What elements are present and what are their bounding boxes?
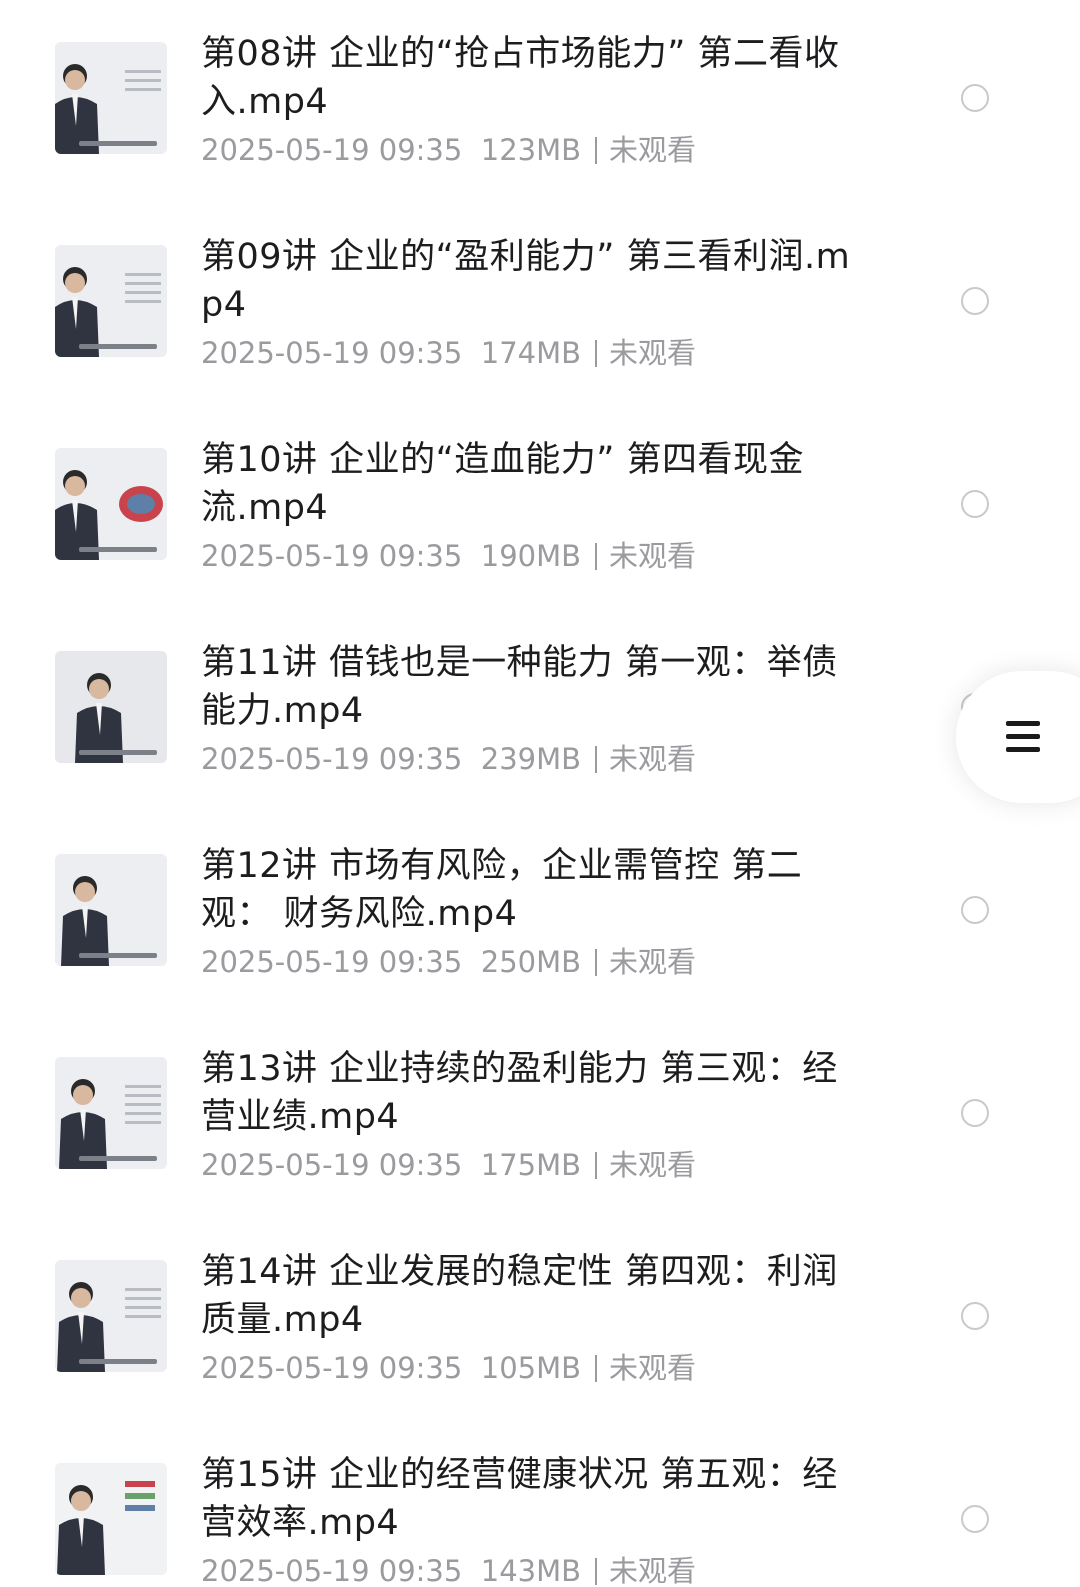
presenter-icon [55, 1463, 167, 1575]
meta-separator [595, 1558, 598, 1585]
select-radio[interactable] [961, 1302, 989, 1330]
file-title: 第12讲 市场有风险，企业需管控 第二观： 财务风险.mp4 [201, 846, 803, 934]
meta-separator [595, 543, 598, 570]
file-meta: 2025-05-19 09:35 175MB 未观看 [201, 1143, 851, 1187]
file-date: 2025-05-19 09:35 [201, 1148, 463, 1182]
file-meta: 2025-05-19 09:35 143MB 未观看 [201, 1549, 851, 1587]
meta-separator [595, 1152, 598, 1179]
file-row[interactable]: 第13讲 企业持续的盈利能力 第三观：经营业绩.mp4 2025-05-19 0… [0, 1015, 1080, 1218]
slide-lines [125, 1288, 161, 1324]
file-meta: 2025-05-19 09:35 190MB 未观看 [201, 534, 851, 578]
watch-status: 未观看 [609, 1554, 697, 1587]
watch-status: 未观看 [609, 742, 697, 776]
file-row[interactable]: 第10讲 企业的“造血能力” 第四看现金流.mp4 2025-05-19 09:… [0, 406, 1080, 609]
floating-menu-button[interactable] [956, 671, 1080, 803]
file-size: 143MB [480, 1554, 582, 1587]
caption-strip [79, 547, 157, 552]
caption-strip [79, 1359, 157, 1364]
file-title: 第11讲 借钱也是一种能力 第一观：举债能力.mp4 [201, 643, 838, 731]
select-radio[interactable] [961, 84, 989, 112]
caption-strip [79, 141, 157, 146]
watch-status: 未观看 [609, 336, 697, 370]
file-date: 2025-05-19 09:35 [201, 742, 463, 776]
meta-separator [595, 746, 598, 773]
file-info: 第10讲 企业的“造血能力” 第四看现金流.mp4 2025-05-19 09:… [201, 436, 851, 578]
slide-lines [125, 1085, 161, 1130]
file-date: 2025-05-19 09:35 [201, 336, 463, 370]
caption-strip [79, 344, 157, 349]
video-thumbnail [55, 1057, 167, 1169]
watch-status: 未观看 [609, 539, 697, 573]
file-size: 174MB [480, 336, 582, 370]
video-thumbnail [55, 448, 167, 560]
file-row[interactable]: 第08讲 企业的“抢占市场能力” 第二看收入.mp4 2025-05-19 09… [0, 0, 1080, 203]
file-row[interactable]: 第14讲 企业发展的稳定性 第四观：利润质量.mp4 2025-05-19 09… [0, 1218, 1080, 1421]
caption-strip [79, 953, 157, 958]
select-radio[interactable] [961, 1505, 989, 1533]
file-size: 190MB [480, 539, 582, 573]
file-size: 175MB [480, 1148, 582, 1182]
presenter-icon [55, 854, 167, 966]
meta-separator [595, 137, 598, 164]
file-info: 第09讲 企业的“盈利能力” 第三看利润.mp4 2025-05-19 09:3… [201, 233, 851, 375]
video-thumbnail [55, 854, 167, 966]
file-title: 第13讲 企业持续的盈利能力 第三观：经营业绩.mp4 [201, 1049, 838, 1137]
video-thumbnail [55, 245, 167, 357]
file-title: 第14讲 企业发展的稳定性 第四观：利润质量.mp4 [201, 1252, 838, 1340]
caption-strip [79, 750, 157, 755]
file-title: 第15讲 企业的经营健康状况 第五观：经营效率.mp4 [201, 1455, 838, 1543]
file-info: 第14讲 企业发展的稳定性 第四观：利润质量.mp4 2025-05-19 09… [201, 1248, 851, 1390]
file-size: 105MB [480, 1351, 582, 1385]
slide-lines [125, 70, 161, 97]
select-radio[interactable] [961, 896, 989, 924]
meta-separator [595, 949, 598, 976]
meta-separator [595, 1355, 598, 1382]
select-radio[interactable] [961, 490, 989, 518]
file-row[interactable]: 第12讲 市场有风险，企业需管控 第二观： 财务风险.mp4 2025-05-1… [0, 812, 1080, 1015]
file-date: 2025-05-19 09:35 [201, 1554, 463, 1587]
file-meta: 2025-05-19 09:35 239MB 未观看 [201, 737, 851, 781]
video-thumbnail [55, 42, 167, 154]
presenter-icon [55, 42, 167, 154]
video-thumbnail [55, 1463, 167, 1575]
file-list: 第08讲 企业的“抢占市场能力” 第二看收入.mp4 2025-05-19 09… [0, 0, 1080, 1587]
select-radio[interactable] [961, 287, 989, 315]
file-info: 第12讲 市场有风险，企业需管控 第二观： 财务风险.mp4 2025-05-1… [201, 842, 851, 984]
file-size: 250MB [480, 945, 582, 979]
file-meta: 2025-05-19 09:35 174MB 未观看 [201, 331, 851, 375]
meta-separator [595, 340, 598, 367]
video-thumbnail [55, 651, 167, 763]
file-row[interactable]: 第09讲 企业的“盈利能力” 第三看利润.mp4 2025-05-19 09:3… [0, 203, 1080, 406]
file-title: 第08讲 企业的“抢占市场能力” 第二看收入.mp4 [201, 34, 840, 122]
watch-status: 未观看 [609, 1351, 697, 1385]
file-size: 239MB [480, 742, 582, 776]
video-thumbnail [55, 1260, 167, 1372]
file-size: 123MB [480, 133, 582, 167]
watch-status: 未观看 [609, 945, 697, 979]
file-row[interactable]: 第11讲 借钱也是一种能力 第一观：举债能力.mp4 2025-05-19 09… [0, 609, 1080, 812]
file-date: 2025-05-19 09:35 [201, 539, 463, 573]
slide-lines [125, 273, 161, 309]
presenter-icon [55, 651, 167, 763]
presenter-icon [55, 448, 167, 560]
file-date: 2025-05-19 09:35 [201, 1351, 463, 1385]
file-info: 第13讲 企业持续的盈利能力 第三观：经营业绩.mp4 2025-05-19 0… [201, 1045, 851, 1187]
file-meta: 2025-05-19 09:35 105MB 未观看 [201, 1346, 851, 1390]
file-info: 第11讲 借钱也是一种能力 第一观：举债能力.mp4 2025-05-19 09… [201, 639, 851, 781]
file-meta: 2025-05-19 09:35 250MB 未观看 [201, 940, 851, 984]
file-info: 第15讲 企业的经营健康状况 第五观：经营效率.mp4 2025-05-19 0… [201, 1451, 851, 1587]
file-row[interactable]: 第15讲 企业的经营健康状况 第五观：经营效率.mp4 2025-05-19 0… [0, 1421, 1080, 1587]
file-title: 第09讲 企业的“盈利能力” 第三看利润.mp4 [201, 237, 851, 325]
file-date: 2025-05-19 09:35 [201, 945, 463, 979]
file-meta: 2025-05-19 09:35 123MB 未观看 [201, 128, 851, 172]
watch-status: 未观看 [609, 133, 697, 167]
caption-strip [79, 1156, 157, 1161]
file-title: 第10讲 企业的“造血能力” 第四看现金流.mp4 [201, 440, 805, 528]
file-info: 第08讲 企业的“抢占市场能力” 第二看收入.mp4 2025-05-19 09… [201, 30, 851, 172]
watch-status: 未观看 [609, 1148, 697, 1182]
file-date: 2025-05-19 09:35 [201, 133, 463, 167]
select-radio[interactable] [961, 1099, 989, 1127]
